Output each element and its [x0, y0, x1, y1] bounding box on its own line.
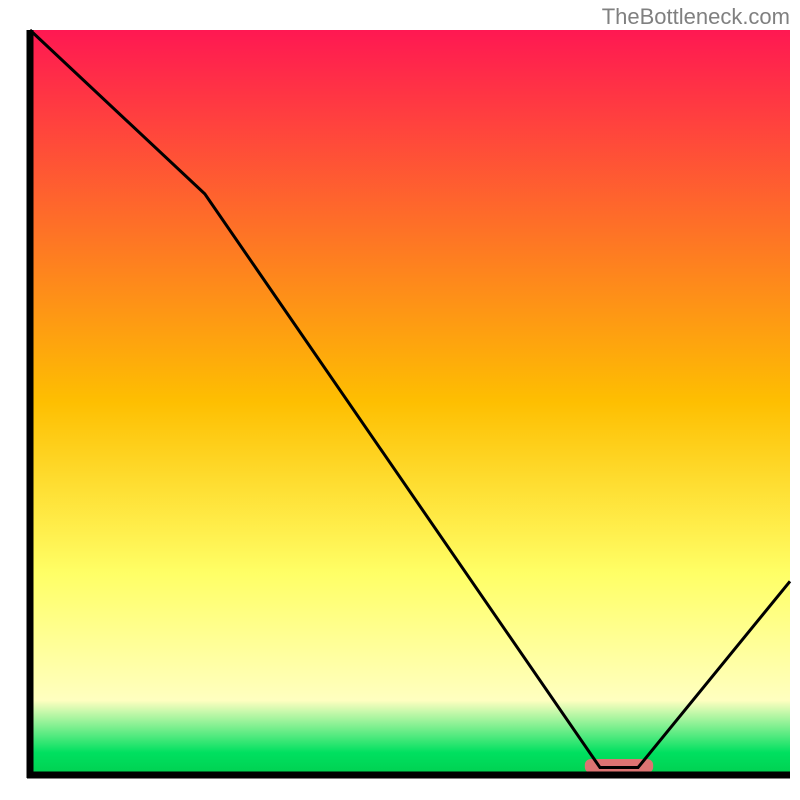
- bottleneck-chart: [0, 0, 800, 800]
- watermark-text: TheBottleneck.com: [602, 4, 790, 30]
- gradient-background: [30, 30, 790, 775]
